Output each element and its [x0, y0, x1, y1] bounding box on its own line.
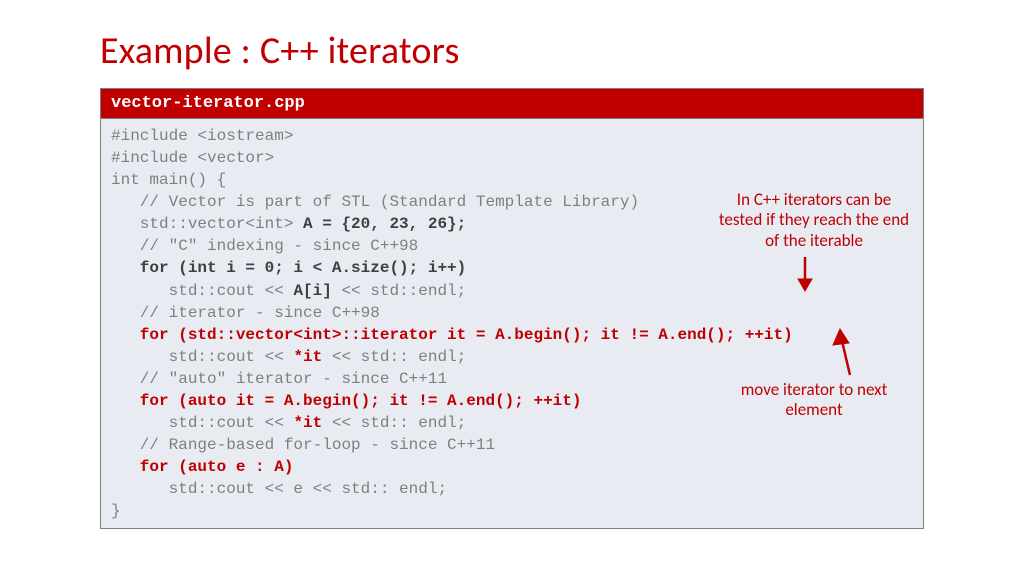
code-line: std::cout <<: [111, 414, 293, 432]
code-index: A[i]: [293, 282, 331, 300]
code-comment: // Range-based for-loop - since C++11: [111, 436, 495, 454]
arrow-down-icon: [790, 255, 820, 295]
code-auto-loop: for (auto it = A.begin(); it != A.end();…: [111, 392, 581, 410]
code-line: std::vector<int>: [111, 215, 303, 233]
slide: Example : C++ iterators vector-iterator.…: [0, 0, 1024, 529]
code-line: << std::endl;: [332, 282, 466, 300]
code-for-loop: for (int i = 0; i < A.size(); i++): [111, 259, 466, 277]
code-comment: // "C" indexing - since C++98: [111, 237, 418, 255]
code-line: #include <iostream>: [111, 127, 293, 145]
code-deref: *it: [293, 414, 322, 432]
code-comment: // "auto" iterator - since C++11: [111, 370, 447, 388]
code-iterator-loop: for (std::vector<int>::iterator it = A.b…: [111, 326, 793, 344]
code-line: int main() {: [111, 171, 226, 189]
annotation-increment: move iterator to next element: [734, 380, 894, 421]
slide-title: Example : C++ iterators: [100, 28, 924, 74]
code-line: std::cout <<: [111, 348, 293, 366]
arrow-up-icon: [830, 325, 870, 380]
code-comment: // iterator - since C++98: [111, 304, 380, 322]
code-line: }: [111, 502, 121, 520]
code-line: std::cout << e << std:: endl;: [111, 480, 447, 498]
code-block: #include <iostream> #include <vector> in…: [100, 118, 924, 529]
code-declaration: A = {20, 23, 26};: [303, 215, 466, 233]
code-comment: // Vector is part of STL (Standard Templ…: [111, 193, 639, 211]
code-line: << std:: endl;: [322, 348, 466, 366]
filename-bar: vector-iterator.cpp: [100, 88, 924, 118]
code-range-for: for (auto e : A): [111, 458, 293, 476]
code-line: << std:: endl;: [322, 414, 466, 432]
code-line: #include <vector>: [111, 149, 274, 167]
code-line: std::cout <<: [111, 282, 293, 300]
annotation-end-test: In C++ iterators can be tested if they r…: [714, 190, 914, 251]
code-deref: *it: [293, 348, 322, 366]
